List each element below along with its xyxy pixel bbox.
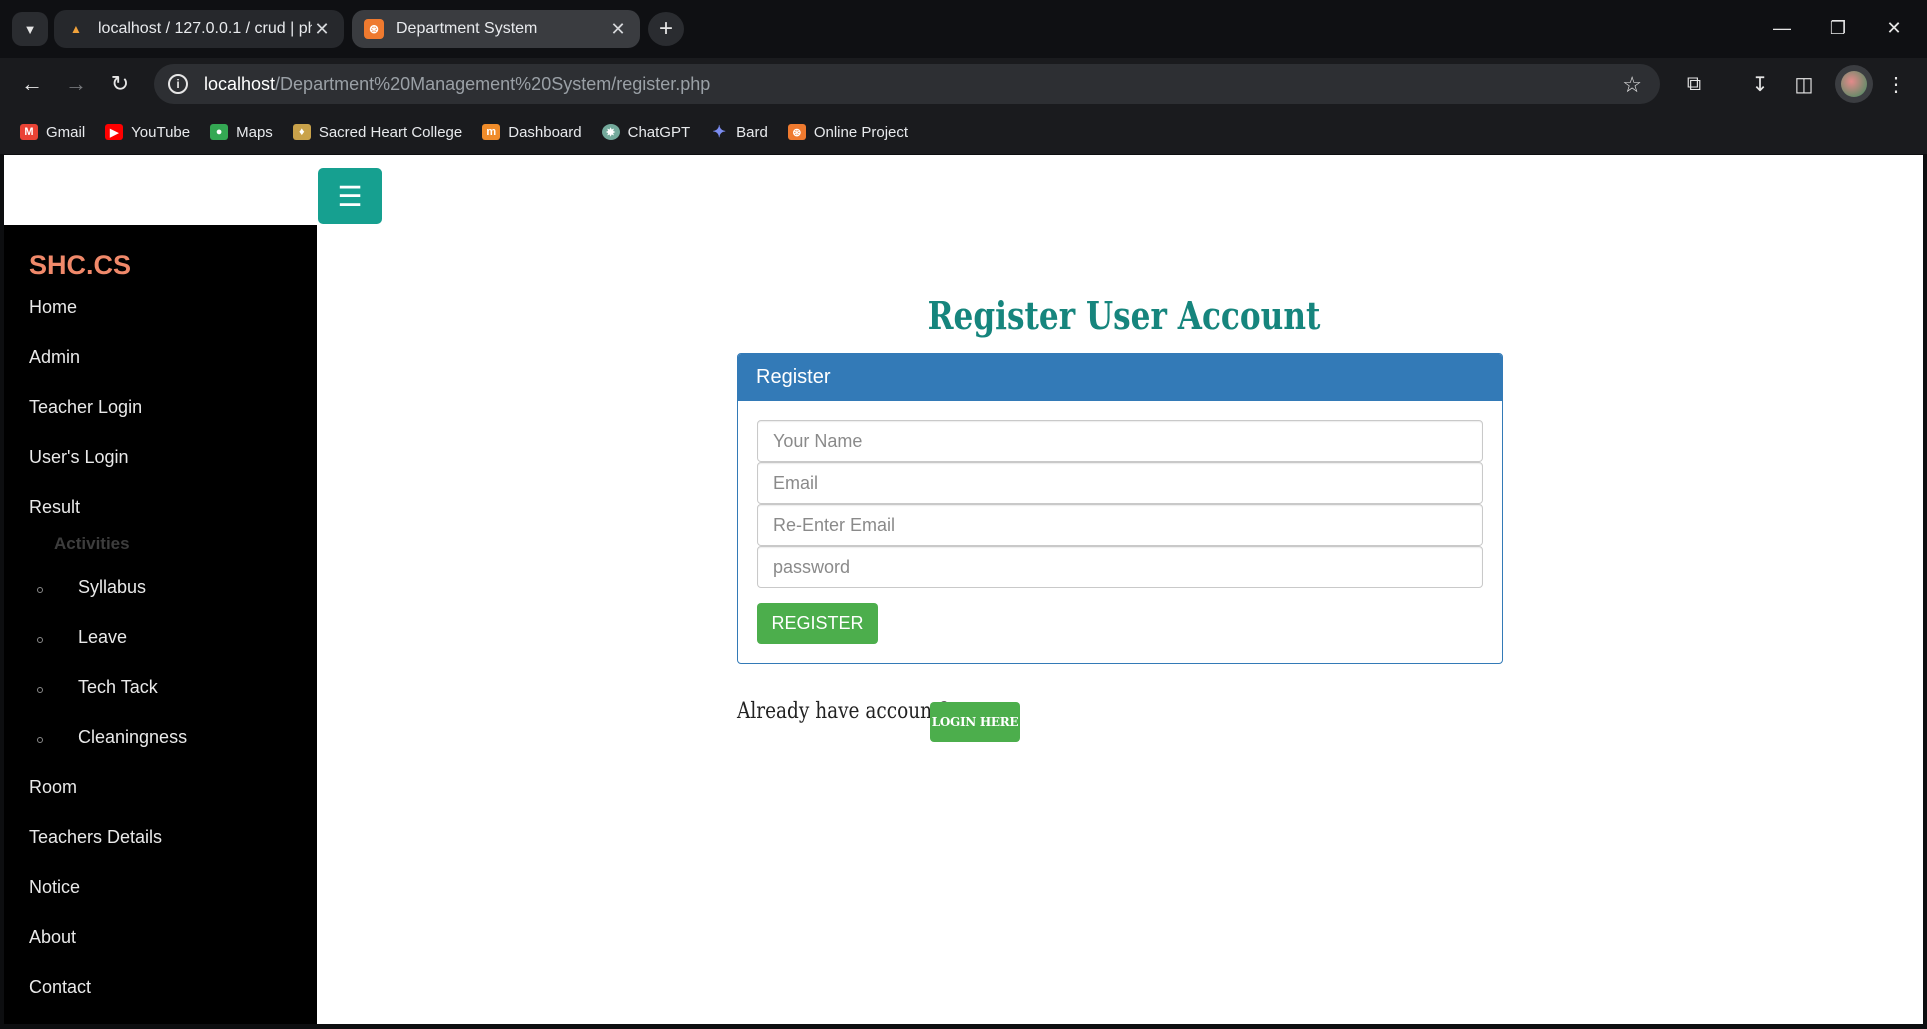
maps-icon: ● [210, 124, 229, 140]
bullet-icon [37, 587, 43, 593]
extensions-icon[interactable]: ⧉ [1678, 68, 1710, 100]
bookmark-dashboard[interactable]: m Dashboard [482, 124, 582, 141]
register-panel: Register REGISTER [737, 353, 1503, 664]
email-field[interactable] [757, 462, 1483, 504]
bookmark-gmail[interactable]: M Gmail [20, 124, 85, 141]
browser-toolbar: ← → ↻ i localhost/Department%20Managemen… [0, 58, 1927, 110]
phpmyadmin-icon: ▲ [70, 22, 82, 36]
bookmarks-bar: M Gmail ▶ YouTube ● Maps ♦ Sacred Heart Coll… [0, 110, 1927, 154]
dashboard-icon: m [482, 124, 501, 140]
sidebar-item-home[interactable]: Home [29, 297, 77, 318]
bookmark-star-icon[interactable]: ☆ [1622, 72, 1642, 98]
college-icon: ♦ [292, 124, 311, 140]
tab-department-system[interactable]: ⊛ Department System ✕ [352, 10, 640, 48]
sidebar-toggle-button[interactable]: ☰ [318, 168, 382, 224]
reload-icon[interactable]: ↻ [104, 68, 136, 100]
sidebar-item-room[interactable]: Room [29, 777, 77, 798]
close-tab-icon[interactable]: ✕ [312, 19, 332, 40]
side-panel-icon[interactable]: ◫ [1788, 68, 1820, 100]
tab-phpmyadmin[interactable]: ▲ localhost / 127.0.0.1 / crud | php ✕ [54, 10, 344, 48]
sidebar-item-tech-tack[interactable]: Tech Tack [78, 677, 158, 698]
login-here-button[interactable]: LOGIN HERE [930, 702, 1020, 742]
restore-icon[interactable]: ❐ [1818, 12, 1858, 44]
tab-search-chevron-icon[interactable]: ▼ [12, 12, 48, 46]
sidebar-item-contact[interactable]: Contact [29, 977, 91, 998]
close-window-icon[interactable]: ✕ [1874, 12, 1914, 44]
register-button[interactable]: REGISTER [757, 603, 878, 644]
sidebar-item-cleaningness[interactable]: Cleaningness [78, 727, 187, 748]
download-icon[interactable]: ↧ [1744, 68, 1776, 100]
password-field[interactable] [757, 546, 1483, 588]
sidebar-item-about[interactable]: About [29, 927, 76, 948]
address-bar[interactable]: i localhost/Department%20Management%20Sy… [154, 64, 1660, 104]
bullet-icon [37, 687, 43, 693]
forward-arrow-icon[interactable]: → [60, 68, 92, 100]
bookmark-bard[interactable]: ✦ Bard [710, 124, 767, 142]
web-page: SHC.CS Home Admin Teacher Login User's L… [4, 155, 1923, 1024]
reenter-email-field[interactable] [757, 504, 1483, 546]
tab-title: localhost / 127.0.0.1 / crud | php [98, 20, 312, 37]
gmail-icon: M [20, 124, 38, 140]
sidebar-item-admin[interactable]: Admin [29, 347, 80, 368]
tab-title: Department System [396, 20, 538, 37]
bookmark-sacred-heart-college[interactable]: ♦ Sacred Heart College [292, 124, 462, 141]
bullet-icon [37, 637, 43, 643]
activities-heading: Activities [54, 534, 130, 553]
bookmark-maps[interactable]: ● Maps [210, 124, 273, 141]
sidebar-item-teachers-details[interactable]: Teachers Details [29, 827, 162, 848]
panel-title: Register [738, 354, 1502, 401]
browser-tab-bar: ▼ ▲ localhost / 127.0.0.1 / crud | php ✕… [0, 0, 1927, 58]
close-tab-icon[interactable]: ✕ [608, 19, 628, 40]
page-title: Register User Account [927, 293, 1321, 338]
bookmark-chatgpt[interactable]: ✸ ChatGPT [601, 124, 690, 141]
sidebar-item-leave[interactable]: Leave [78, 627, 127, 648]
profile-avatar[interactable] [1835, 65, 1873, 103]
name-field[interactable] [757, 420, 1483, 462]
xampp-icon: ⊛ [364, 19, 384, 39]
youtube-icon: ▶ [105, 124, 124, 140]
sidebar-item-notice[interactable]: Notice [29, 877, 80, 898]
minimize-icon[interactable]: — [1762, 12, 1802, 44]
sidebar-item-syllabus[interactable]: Syllabus [78, 577, 146, 598]
bookmark-youtube[interactable]: ▶ YouTube [105, 124, 190, 141]
xampp-icon: ⊛ [787, 124, 806, 140]
already-have-account-text: Already have account? [737, 699, 950, 724]
sidebar-item-result[interactable]: Result [29, 497, 80, 518]
hamburger-menu-icon: ☰ [337, 180, 363, 212]
more-menu-icon[interactable]: ⋮ [1880, 68, 1912, 100]
chatgpt-icon: ✸ [601, 124, 620, 140]
bard-icon: ✦ [712, 124, 726, 141]
back-arrow-icon[interactable]: ← [16, 68, 48, 100]
new-tab-button[interactable]: + [648, 12, 684, 46]
site-info-icon[interactable]: i [168, 74, 188, 94]
bullet-icon [37, 737, 43, 743]
brand-logo-text[interactable]: SHC.CS [29, 250, 131, 281]
url-text[interactable]: localhost/Department%20Management%20Syst… [204, 74, 710, 95]
bookmark-online-project[interactable]: ⊛ Online Project [787, 124, 908, 141]
sidebar-item-teacher-login[interactable]: Teacher Login [29, 397, 142, 418]
sidebar: SHC.CS Home Admin Teacher Login User's L… [4, 225, 317, 1024]
sidebar-item-users-login[interactable]: User's Login [29, 447, 128, 468]
